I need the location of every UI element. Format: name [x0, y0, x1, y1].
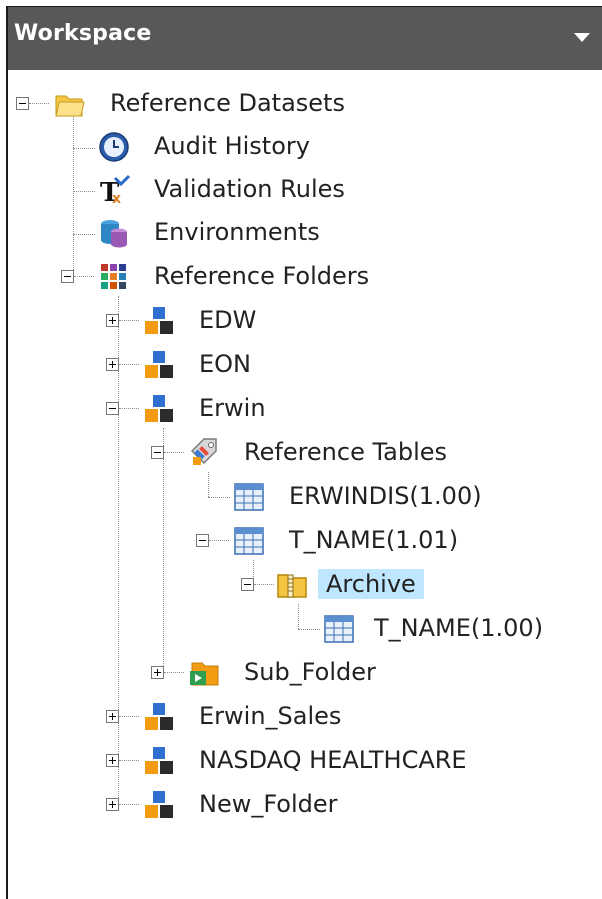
- collapse-toggle[interactable]: [196, 534, 209, 547]
- archive-folder-icon: [277, 574, 307, 598]
- expand-toggle[interactable]: [106, 314, 119, 327]
- tree-node-label: Erwin: [199, 394, 266, 422]
- tree-node-audit-history[interactable]: Audit History: [8, 128, 602, 166]
- tree-node-new-folder[interactable]: New_Folder: [8, 786, 602, 824]
- expand-toggle[interactable]: [151, 666, 164, 679]
- folder-blocks-icon: [145, 703, 173, 730]
- expand-toggle[interactable]: [106, 754, 119, 767]
- tree-node-nasdaq-healthcare[interactable]: NASDAQ HEALTHCARE: [8, 742, 602, 780]
- table-icon: [324, 615, 354, 643]
- workspace-header: Workspace: [8, 7, 602, 70]
- folder-blocks-icon: [145, 791, 173, 818]
- collapse-toggle[interactable]: [106, 402, 119, 415]
- tree-node-label: Environments: [154, 218, 320, 246]
- tree-node-label: New_Folder: [199, 790, 338, 818]
- tree-node-label: Reference Folders: [154, 262, 370, 290]
- tree-node-label: EON: [199, 350, 252, 378]
- tree-node-reference-folders[interactable]: Reference Folders: [8, 258, 602, 296]
- tree-node-label: NASDAQ HEALTHCARE: [199, 746, 467, 774]
- chevron-down-icon[interactable]: [574, 33, 590, 42]
- svg-text:x: x: [112, 191, 121, 206]
- expand-toggle[interactable]: [106, 358, 119, 371]
- expand-toggle[interactable]: [106, 798, 119, 811]
- folder-blocks-icon: [145, 747, 173, 774]
- folder-blocks-icon: [145, 395, 173, 422]
- table-icon: [234, 527, 264, 555]
- tree-node-label: Reference Datasets: [110, 89, 345, 117]
- tree-node-reference-tables[interactable]: Reference Tables: [8, 434, 602, 472]
- folder-blocks-icon: [145, 351, 173, 378]
- tree-node-label: Archive: [318, 569, 424, 599]
- tree-node-label: Audit History: [154, 132, 310, 160]
- expand-toggle[interactable]: [106, 710, 119, 723]
- collapse-toggle[interactable]: [151, 446, 164, 459]
- collapse-toggle[interactable]: [241, 578, 254, 591]
- table-icon: [234, 483, 264, 511]
- workspace-panel: Workspace Reference Datasets Audit Histo…: [6, 6, 602, 899]
- panel-title: Workspace: [14, 21, 152, 46]
- tree-node-erwindis[interactable]: ERWINDIS(1.00): [8, 478, 602, 516]
- sub-folder-icon: [190, 662, 219, 686]
- tree-node-validation-rules[interactable]: T x Validation Rules: [8, 171, 602, 209]
- tree-node-sub-folder[interactable]: Sub_Folder: [8, 654, 602, 692]
- tree-node-label: Validation Rules: [154, 175, 345, 203]
- tree-node-eon[interactable]: EON: [8, 346, 602, 384]
- collapse-toggle[interactable]: [16, 97, 29, 110]
- tree-node-label: T_NAME(1.00): [374, 614, 544, 642]
- tree-node-edw[interactable]: EDW: [8, 302, 602, 340]
- tree-node-label: Reference Tables: [244, 438, 448, 466]
- clock-icon: [99, 132, 129, 162]
- tree-node-label: EDW: [199, 306, 257, 334]
- folder-open-icon: [55, 95, 85, 117]
- tree-node-label: Sub_Folder: [244, 658, 376, 686]
- tree-node-erwin[interactable]: Erwin: [8, 390, 602, 428]
- grid-icon: [101, 264, 126, 289]
- tree-node-erwin-sales[interactable]: Erwin_Sales: [8, 698, 602, 736]
- tree-node-t-name-100[interactable]: T_NAME(1.00): [8, 610, 602, 648]
- collapse-toggle[interactable]: [61, 270, 74, 283]
- tree-node-environments[interactable]: Environments: [8, 214, 602, 252]
- tree-node-archive[interactable]: Archive: [8, 566, 602, 604]
- tree-node-label: Erwin_Sales: [199, 702, 342, 730]
- tree-view: Reference Datasets Audit History T x Val…: [8, 70, 602, 899]
- tree-node-t-name-101[interactable]: T_NAME(1.01): [8, 522, 602, 560]
- folder-blocks-icon: [145, 307, 173, 334]
- validation-rules-icon: T x: [100, 174, 130, 206]
- tree-node-label: T_NAME(1.01): [289, 526, 459, 554]
- tag-icon: [190, 438, 217, 465]
- tree-node-label: ERWINDIS(1.00): [289, 482, 482, 510]
- database-icon: [101, 220, 127, 248]
- tree-node-reference-datasets[interactable]: Reference Datasets: [8, 85, 602, 123]
